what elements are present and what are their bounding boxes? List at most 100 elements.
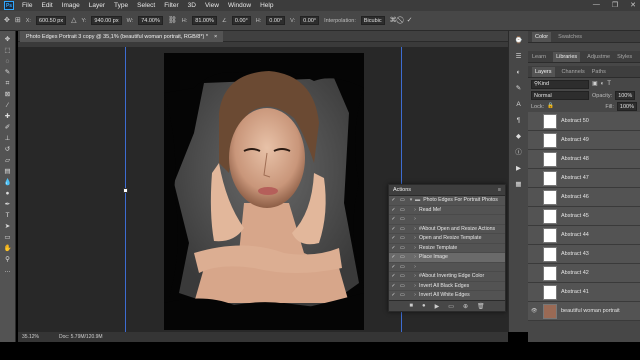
dialog-toggle-icon[interactable]: ▭ (398, 216, 407, 222)
dialog-toggle-icon[interactable]: ▭ (398, 264, 407, 270)
character-icon[interactable]: A (514, 101, 523, 109)
eraser-icon[interactable]: ▱ (3, 156, 13, 165)
expand-icon[interactable]: › (411, 283, 419, 289)
link-icon[interactable]: ⛓ (168, 17, 177, 24)
filter-type-icon[interactable]: T (607, 81, 611, 87)
layer-kind-filter[interactable]: ⚲ Kind (531, 79, 589, 89)
eyedropper-icon[interactable]: ⁄ (3, 101, 13, 110)
frame-icon[interactable]: ⊠ (3, 90, 13, 99)
toggle-check-icon[interactable]: ✓ (389, 264, 398, 270)
menu-window[interactable]: Window (228, 2, 251, 9)
tab-adjustments[interactable]: Adjustme (587, 54, 610, 60)
interpolation-select[interactable]: Bicubic (360, 16, 385, 25)
expand-icon[interactable]: › (411, 216, 419, 222)
x-field[interactable]: 600.50 px (35, 16, 67, 25)
info-icon[interactable]: ⓘ (514, 149, 523, 157)
layer-row[interactable]: Abstract 47 (528, 169, 640, 188)
brush-icon[interactable]: ✐ (3, 123, 13, 132)
blur-icon[interactable]: 💧 (3, 178, 13, 187)
toggle-check-icon[interactable]: ✓ (389, 292, 398, 298)
menu-select[interactable]: Select (137, 2, 155, 9)
layer-row[interactable]: Abstract 42 (528, 264, 640, 283)
dialog-toggle-icon[interactable]: ▭ (398, 226, 407, 232)
menu-3d[interactable]: 3D (188, 2, 196, 9)
transform-handle[interactable] (123, 188, 128, 193)
quick-select-icon[interactable]: ✎ (3, 68, 13, 77)
angle-field[interactable]: 0.00° (231, 16, 251, 25)
doc-info[interactable]: Doc: 5.79M/120.9M (59, 334, 103, 340)
layer-row[interactable]: Abstract 46 (528, 188, 640, 207)
y-field[interactable]: 940.00 px (91, 16, 122, 25)
commit-transform-icon[interactable]: ✓ (407, 17, 413, 24)
pen-icon[interactable]: ✒ (3, 200, 13, 209)
action-row[interactable]: ✓ ▭ › Place Image (389, 253, 505, 263)
hand-icon[interactable]: ✋ (3, 244, 13, 253)
properties-icon[interactable]: ☰ (514, 53, 523, 61)
toggle-check-icon[interactable]: ✓ (389, 207, 398, 213)
action-row[interactable]: ✓ ▭ › Resize Template (389, 244, 505, 253)
menu-image[interactable]: Image (62, 2, 80, 9)
stop-icon[interactable]: ■ (409, 303, 413, 309)
layer-row[interactable]: Abstract 48 (528, 150, 640, 169)
paragraph-icon[interactable]: ¶ (514, 117, 523, 125)
reference-point-icon[interactable]: ⊞ (15, 17, 21, 24)
action-row[interactable]: ✓ ▭ › (389, 215, 505, 225)
dialog-toggle-icon[interactable]: ▭ (398, 197, 407, 203)
dodge-icon[interactable]: ● (3, 189, 13, 198)
new-action-icon[interactable]: ⊕ (463, 303, 468, 310)
stamp-icon[interactable]: ⊥ (3, 134, 13, 143)
toggle-check-icon[interactable]: ✓ (389, 197, 398, 203)
tab-libraries[interactable]: Libraries (553, 51, 581, 62)
blend-mode-select[interactable]: Normal (531, 91, 589, 100)
layer-row[interactable]: Abstract 43 (528, 245, 640, 264)
width-field[interactable]: 74.00% (138, 16, 163, 25)
expand-icon[interactable]: › (411, 264, 419, 270)
filter-adjust-icon[interactable]: ◐ (601, 81, 605, 87)
menu-layer[interactable]: Layer (89, 2, 105, 9)
visibility-eye-icon[interactable]: 👁 (531, 308, 539, 314)
minimize-button[interactable]: — (593, 1, 600, 9)
tab-layers[interactable]: Layers (532, 66, 555, 77)
lock-icon[interactable]: 🔒 (547, 103, 554, 110)
type-icon[interactable]: T (3, 211, 13, 220)
delete-icon[interactable]: 🗑 (477, 303, 485, 310)
expand-icon[interactable]: ▾ (407, 197, 415, 203)
menu-type[interactable]: Type (114, 2, 128, 9)
more-tools-icon[interactable]: … (3, 266, 13, 275)
expand-icon[interactable]: › (411, 207, 419, 213)
toggle-check-icon[interactable]: ✓ (389, 273, 398, 279)
panel-menu-icon[interactable]: ≡ (498, 187, 501, 193)
expand-icon[interactable]: › (411, 273, 419, 279)
warp-icon[interactable]: ⌘ (390, 17, 397, 24)
dialog-toggle-icon[interactable]: ▭ (398, 283, 407, 289)
photoshop-logo[interactable]: Ps (4, 1, 14, 10)
action-row[interactable]: ✓ ▭ › (389, 263, 505, 272)
layer-row[interactable]: 👁 beautiful woman portrait (528, 302, 640, 321)
menu-edit[interactable]: Edit (41, 2, 52, 9)
menu-view[interactable]: View (205, 2, 219, 9)
restore-button[interactable]: ❐ (612, 1, 618, 9)
toggle-check-icon[interactable]: ✓ (389, 254, 398, 260)
move-icon[interactable]: ✥ (3, 35, 13, 44)
hskew-field[interactable]: 0.00° (266, 16, 286, 25)
gradient-icon[interactable]: ▤ (3, 167, 13, 176)
toggle-check-icon[interactable]: ✓ (389, 235, 398, 241)
layer-row[interactable]: Abstract 49 (528, 131, 640, 150)
healing-icon[interactable]: ✚ (3, 112, 13, 121)
opacity-field[interactable]: 100% (615, 91, 636, 100)
new-set-icon[interactable]: ▭ (448, 303, 454, 310)
dialog-toggle-icon[interactable]: ▭ (398, 245, 407, 251)
fill-field[interactable]: 100% (616, 102, 637, 111)
layer-row[interactable]: Abstract 41 (528, 283, 640, 302)
toggle-check-icon[interactable]: ✓ (389, 283, 398, 289)
actions-panel-header[interactable]: Actions ≡ (389, 185, 505, 196)
menu-help[interactable]: Help (260, 2, 273, 9)
action-row[interactable]: ✓ ▭ › Read Me! (389, 206, 505, 215)
document-canvas[interactable] (164, 53, 364, 330)
record-icon[interactable]: ● (422, 303, 426, 309)
expand-icon[interactable]: › (411, 226, 419, 232)
dialog-toggle-icon[interactable]: ▭ (398, 207, 407, 213)
height-field[interactable]: 81.00% (192, 16, 217, 25)
zoom-icon[interactable]: ⚲ (3, 255, 13, 264)
dialog-toggle-icon[interactable]: ▭ (398, 235, 407, 241)
